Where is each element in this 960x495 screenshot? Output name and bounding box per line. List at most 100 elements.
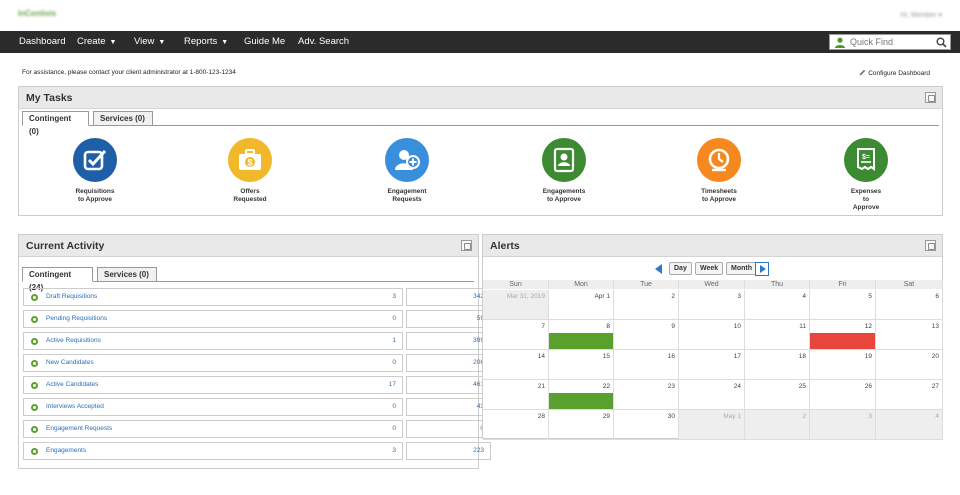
collapse-icon[interactable]: [461, 240, 472, 251]
expand-icon[interactable]: [31, 426, 38, 433]
calendar-day[interactable]: 8: [549, 320, 614, 350]
calendar-day[interactable]: 2: [614, 290, 679, 320]
calendar-day[interactable]: 20: [876, 350, 943, 380]
calendar-day[interactable]: Apr 1: [549, 290, 614, 320]
expand-icon[interactable]: [31, 294, 38, 301]
previous-arrow-icon[interactable]: [655, 264, 662, 274]
calendar-day[interactable]: 4: [745, 290, 810, 320]
tab-contingent[interactable]: Contingent (0): [22, 111, 89, 136]
nav-dashboard[interactable]: Dashboard: [19, 31, 65, 53]
activity-item[interactable]: New Candidates 0: [23, 354, 403, 372]
activity-count[interactable]: 1: [392, 337, 396, 344]
calendar-day[interactable]: 27: [876, 380, 943, 410]
tab-services[interactable]: Services (0): [97, 267, 157, 282]
activity-name[interactable]: Engagements: [46, 447, 86, 454]
calendar-day[interactable]: 19: [810, 350, 876, 380]
activity-total[interactable]: 223: [473, 447, 484, 454]
nav-guide-me[interactable]: Guide Me: [244, 31, 285, 53]
quick-find-input[interactable]: [850, 36, 934, 48]
receipt-icon: $=: [857, 148, 875, 171]
activity-name[interactable]: Active Requisitions: [46, 337, 101, 344]
task-engagement-requests[interactable]: Engagement Requests: [357, 138, 457, 204]
nav-create[interactable]: Create ▼: [77, 31, 116, 53]
calendar-day[interactable]: 2: [745, 410, 810, 440]
calendar-day[interactable]: 13: [876, 320, 943, 350]
configure-dashboard-link[interactable]: Configure Dashboard: [859, 69, 930, 77]
task-timesheets-to-approve[interactable]: Timesheets to Approve: [669, 138, 769, 204]
collapse-icon[interactable]: [925, 92, 936, 103]
calendar-day[interactable]: 5: [810, 290, 876, 320]
chevron-down-icon: ▼: [221, 39, 229, 46]
view-day-button[interactable]: Day: [669, 262, 692, 275]
activity-count[interactable]: 0: [392, 315, 396, 322]
activity-name[interactable]: Interviews Accepted: [46, 403, 104, 410]
expand-icon[interactable]: [31, 316, 38, 323]
expand-icon[interactable]: [31, 360, 38, 367]
activity-item[interactable]: Active Candidates 17: [23, 376, 403, 394]
calendar-day[interactable]: 16: [614, 350, 679, 380]
calendar-day[interactable]: 25: [745, 380, 810, 410]
nav-reports[interactable]: Reports ▼: [184, 31, 228, 53]
activity-count[interactable]: 0: [392, 359, 396, 366]
activity-item[interactable]: Interviews Accepted 0: [23, 398, 403, 416]
calendar-day[interactable]: 9: [614, 320, 679, 350]
activity-item[interactable]: Pending Requisitions 0: [23, 310, 403, 328]
calendar-day[interactable]: 18: [745, 350, 810, 380]
calendar-day[interactable]: 29: [549, 410, 614, 440]
activity-count[interactable]: 17: [389, 381, 396, 388]
view-month-button[interactable]: Month: [726, 262, 757, 275]
calendar-day[interactable]: 10: [679, 320, 745, 350]
calendar-day[interactable]: 11: [745, 320, 810, 350]
task-engagements-to-approve[interactable]: Engagements to Approve: [514, 138, 614, 204]
activity-count[interactable]: 0: [392, 425, 396, 432]
activity-name[interactable]: Engagement Requests: [46, 425, 112, 432]
activity-name[interactable]: Active Candidates: [46, 381, 98, 388]
expand-icon[interactable]: [31, 382, 38, 389]
calendar-day[interactable]: 4: [876, 410, 943, 440]
calendar-day[interactable]: 3: [679, 290, 745, 320]
calendar-day[interactable]: May 1: [679, 410, 745, 440]
view-week-button[interactable]: Week: [695, 262, 724, 275]
calendar-day[interactable]: 12: [810, 320, 876, 350]
calendar-day[interactable]: 26: [810, 380, 876, 410]
expand-icon[interactable]: [31, 448, 38, 455]
tab-contingent[interactable]: Contingent (24): [22, 267, 93, 292]
nav-view[interactable]: View ▼: [134, 31, 165, 53]
activity-item[interactable]: Draft Requisitions 3: [23, 288, 403, 306]
expand-icon[interactable]: [31, 338, 38, 345]
calendar-day[interactable]: 30: [614, 410, 679, 440]
expand-icon[interactable]: [31, 404, 38, 411]
calendar-day[interactable]: 14: [483, 350, 549, 380]
activity-name[interactable]: New Candidates: [46, 359, 94, 366]
calendar-day[interactable]: 6: [876, 290, 943, 320]
activity-count[interactable]: 3: [392, 447, 396, 454]
tab-services[interactable]: Services (0): [93, 111, 153, 126]
calendar-day[interactable]: 23: [614, 380, 679, 410]
calendar-day[interactable]: 22: [549, 380, 614, 410]
calendar-day[interactable]: 3: [810, 410, 876, 440]
next-arrow-icon[interactable]: [755, 262, 769, 276]
activity-count[interactable]: 3: [392, 293, 396, 300]
calendar-day[interactable]: 17: [679, 350, 745, 380]
activity-item[interactable]: Engagements 3: [23, 442, 403, 460]
collapse-icon[interactable]: [925, 240, 936, 251]
calendar-day[interactable]: Mar 31, 2019: [483, 290, 549, 320]
activity-name[interactable]: Draft Requisitions: [46, 293, 97, 300]
search-icon[interactable]: [936, 37, 947, 48]
nav-adv-search[interactable]: Adv. Search: [298, 31, 349, 53]
activity-name[interactable]: Pending Requisitions: [46, 315, 107, 322]
task-expenses-to-approve[interactable]: $= Expenses to Approve: [816, 138, 916, 212]
calendar-day[interactable]: 28: [483, 410, 549, 440]
calendar-day[interactable]: 21: [483, 380, 549, 410]
activity-item[interactable]: Active Requisitions 1: [23, 332, 403, 350]
task-requisitions-to-approve[interactable]: Requisitions to Approve: [45, 138, 145, 204]
brand-logo[interactable]: InCentivis: [18, 9, 56, 18]
calendar-day[interactable]: 7: [483, 320, 549, 350]
task-offers-requested[interactable]: $ Offers Requested: [200, 138, 300, 204]
user-menu[interactable]: Hi, Member ▾: [900, 11, 942, 19]
calendar-day[interactable]: 24: [679, 380, 745, 410]
activity-row: Pending Requisitions 0 59: [23, 310, 491, 328]
calendar-day[interactable]: 15: [549, 350, 614, 380]
activity-item[interactable]: Engagement Requests 0: [23, 420, 403, 438]
activity-count[interactable]: 0: [392, 403, 396, 410]
